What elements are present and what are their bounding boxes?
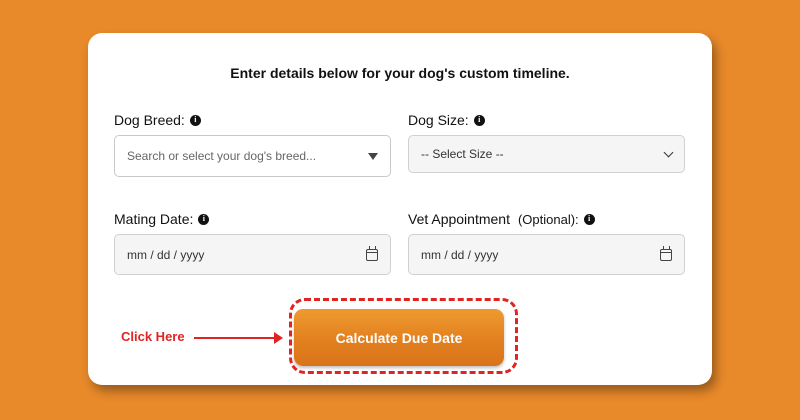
arrow-right-icon xyxy=(274,332,283,344)
vet-appointment-input[interactable]: mm / dd / yyyy xyxy=(408,234,685,275)
size-label-text: Dog Size: xyxy=(408,112,469,128)
calculate-due-date-button[interactable]: Calculate Due Date xyxy=(294,309,504,366)
info-icon[interactable]: i xyxy=(473,114,485,126)
size-label: Dog Size: i xyxy=(408,112,485,128)
vet-appointment-label: Vet Appointment (Optional): i xyxy=(408,211,595,227)
breed-label-text: Dog Breed: xyxy=(114,112,185,128)
caret-down-icon[interactable] xyxy=(368,152,378,160)
info-icon[interactable]: i xyxy=(189,114,201,126)
calendar-icon[interactable] xyxy=(660,245,672,261)
form-card: Enter details below for your dog's custo… xyxy=(88,33,712,385)
vet-appointment-label-text: Vet Appointment xyxy=(408,211,510,227)
size-select[interactable]: -- Select Size -- xyxy=(408,135,685,173)
mating-date-input[interactable]: mm / dd / yyyy xyxy=(114,234,391,275)
info-icon[interactable]: i xyxy=(198,213,210,225)
optional-note: (Optional): xyxy=(517,211,579,227)
arrow-line xyxy=(194,337,278,339)
mating-date-placeholder: mm / dd / yyyy xyxy=(127,247,205,262)
chevron-down-icon[interactable] xyxy=(663,147,674,157)
mating-date-label: Mating Date: i xyxy=(114,211,210,227)
vet-appointment-placeholder: mm / dd / yyyy xyxy=(421,247,499,262)
click-here-annotation: Click Here xyxy=(121,329,185,344)
mating-date-label-text: Mating Date: xyxy=(114,211,194,227)
form-heading: Enter details below for your dog's custo… xyxy=(230,65,570,81)
breed-label: Dog Breed: i xyxy=(114,112,201,128)
breed-placeholder: Search or select your dog's breed... xyxy=(127,149,317,163)
breed-search-input[interactable]: Search or select your dog's breed... xyxy=(114,135,391,177)
calendar-icon[interactable] xyxy=(366,245,378,261)
size-selected-value: -- Select Size -- xyxy=(421,147,504,161)
info-icon[interactable]: i xyxy=(583,213,595,225)
